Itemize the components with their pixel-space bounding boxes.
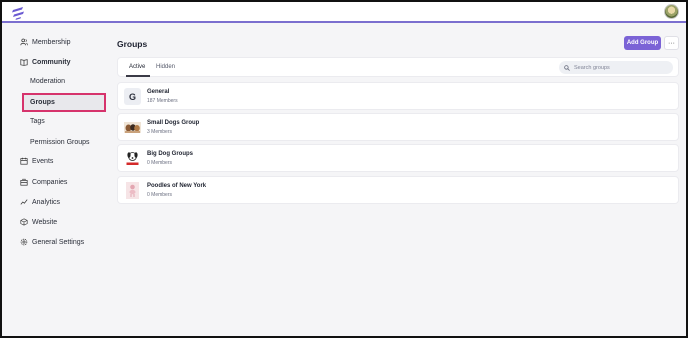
group-member-count: 3 Members xyxy=(147,129,173,135)
add-group-button[interactable]: Add Group xyxy=(624,36,661,50)
group-row-small-dogs[interactable]: Small Dogs Group 3 Members xyxy=(117,113,679,141)
group-image xyxy=(124,182,141,199)
sidebar-item-label: Moderation xyxy=(30,77,66,85)
group-image xyxy=(124,150,141,167)
sidebar-item-groups[interactable]: Groups xyxy=(2,94,108,110)
active-tab-indicator xyxy=(126,75,150,77)
sidebar-item-general-settings[interactable]: General Settings xyxy=(2,234,108,250)
sidebar-item-label: Website xyxy=(32,218,58,226)
tab-hidden[interactable]: Hidden xyxy=(156,64,175,70)
chart-icon xyxy=(20,198,28,206)
sidebar-item-analytics[interactable]: Analytics xyxy=(2,194,108,210)
sidebar-item-tags[interactable]: Tags xyxy=(2,113,108,129)
group-member-count: 187 Members xyxy=(147,98,178,104)
group-name[interactable]: Poodles of New York xyxy=(147,183,206,189)
sidebar-item-label: Permission Groups xyxy=(30,138,90,146)
sidebar-item-community[interactable]: Community xyxy=(2,54,108,70)
calendar-icon xyxy=(20,157,28,165)
users-icon xyxy=(20,38,28,46)
main-content: Groups Add Group ··· Active Hidden Searc… xyxy=(115,25,681,336)
sidebar-item-companies[interactable]: Companies xyxy=(2,174,108,190)
sidebar-item-label: Groups xyxy=(30,98,55,106)
group-member-count: 0 Members xyxy=(147,160,173,166)
sidebar-item-events[interactable]: Events xyxy=(2,153,108,169)
sidebar: Membership Community Moderation Groups T… xyxy=(2,25,108,336)
group-row-general[interactable]: G General 187 Members xyxy=(117,82,679,110)
user-avatar[interactable] xyxy=(664,4,679,19)
sidebar-item-membership[interactable]: Membership xyxy=(2,34,108,50)
briefcase-icon xyxy=(20,178,28,186)
group-name[interactable]: Small Dogs Group xyxy=(147,120,199,126)
group-row-big-dog[interactable]: Big Dog Groups 0 Members xyxy=(117,144,679,172)
group-member-count: 0 Members xyxy=(147,192,173,198)
tabs-bar: Active Hidden Search groups xyxy=(117,57,679,77)
more-options-button[interactable]: ··· xyxy=(664,36,679,50)
tab-active[interactable]: Active xyxy=(129,64,145,70)
brand-logo-icon[interactable] xyxy=(11,6,25,20)
top-bar xyxy=(2,2,686,23)
gear-icon xyxy=(20,238,28,246)
sidebar-item-website[interactable]: Website xyxy=(2,214,108,230)
sidebar-item-label: Tags xyxy=(30,117,45,125)
group-row-poodles[interactable]: Poodles of New York 0 Members xyxy=(117,176,679,204)
group-avatar: G xyxy=(124,88,141,105)
book-icon xyxy=(20,58,28,66)
sidebar-item-label: Events xyxy=(32,157,54,165)
search-icon xyxy=(564,64,570,71)
sidebar-item-permission-groups[interactable]: Permission Groups xyxy=(2,134,108,150)
sidebar-item-label: Community xyxy=(32,58,71,66)
sidebar-item-moderation[interactable]: Moderation xyxy=(2,73,108,89)
sidebar-item-label: General Settings xyxy=(32,238,85,246)
group-image xyxy=(124,119,141,136)
app-frame: Membership Community Moderation Groups T… xyxy=(0,0,688,338)
sidebar-item-label: Membership xyxy=(32,38,71,46)
page-title: Groups xyxy=(117,39,148,49)
search-placeholder: Search groups xyxy=(574,64,610,71)
globe-icon xyxy=(20,218,28,226)
group-name[interactable]: Big Dog Groups xyxy=(147,151,193,157)
group-name[interactable]: General xyxy=(147,89,169,95)
search-input[interactable]: Search groups xyxy=(559,61,673,74)
sidebar-item-label: Companies xyxy=(32,178,68,186)
sidebar-item-label: Analytics xyxy=(32,198,61,206)
